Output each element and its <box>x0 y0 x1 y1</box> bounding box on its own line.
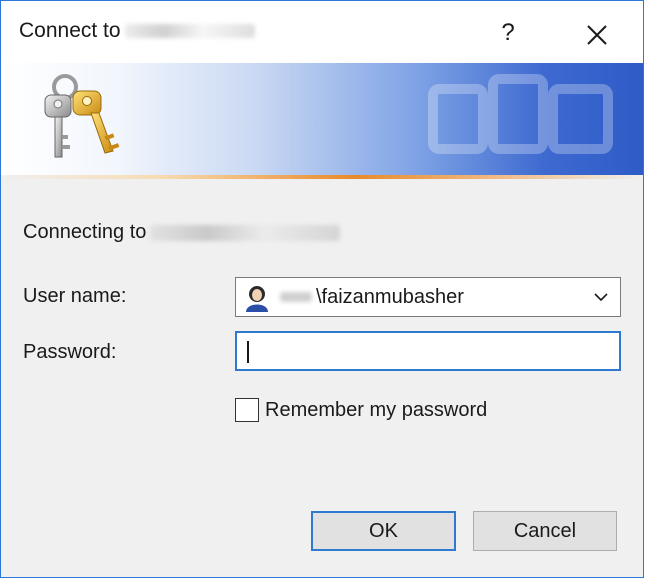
connecting-text: Connecting to <box>23 221 341 244</box>
close-button[interactable] <box>577 13 617 53</box>
connect-dialog: Connect to ? Connecting to User name: \f… <box>0 0 644 578</box>
cancel-button[interactable]: Cancel <box>473 511 617 551</box>
remember-password-checkbox[interactable] <box>235 398 259 422</box>
ok-button[interactable]: OK <box>311 511 456 551</box>
username-combobox[interactable]: \faizanmubasher <box>235 277 621 317</box>
redacted-domain <box>280 292 312 302</box>
text-cursor <box>247 341 249 363</box>
connecting-label: Connecting to <box>23 221 147 243</box>
window-title: Connect to <box>19 19 255 43</box>
password-field[interactable] <box>235 331 621 371</box>
username-value: \faizanmubasher <box>316 286 464 308</box>
banner-divider <box>1 175 643 179</box>
password-label: Password: <box>23 341 117 363</box>
keys-watermark-icon <box>428 74 613 154</box>
redacted-host <box>124 24 255 39</box>
remember-password-label[interactable]: Remember my password <box>265 399 487 422</box>
keys-icon <box>44 74 120 158</box>
window-title-text: Connect to <box>19 19 121 42</box>
redacted-host <box>150 224 341 241</box>
user-avatar-icon <box>246 286 268 312</box>
remember-password-option[interactable]: Remember my password <box>235 395 487 425</box>
username-label: User name: <box>23 285 127 307</box>
title-bar: Connect to ? <box>1 1 643 63</box>
help-button[interactable]: ? <box>488 13 528 53</box>
chevron-down-icon[interactable] <box>592 289 610 305</box>
close-icon <box>587 25 607 45</box>
